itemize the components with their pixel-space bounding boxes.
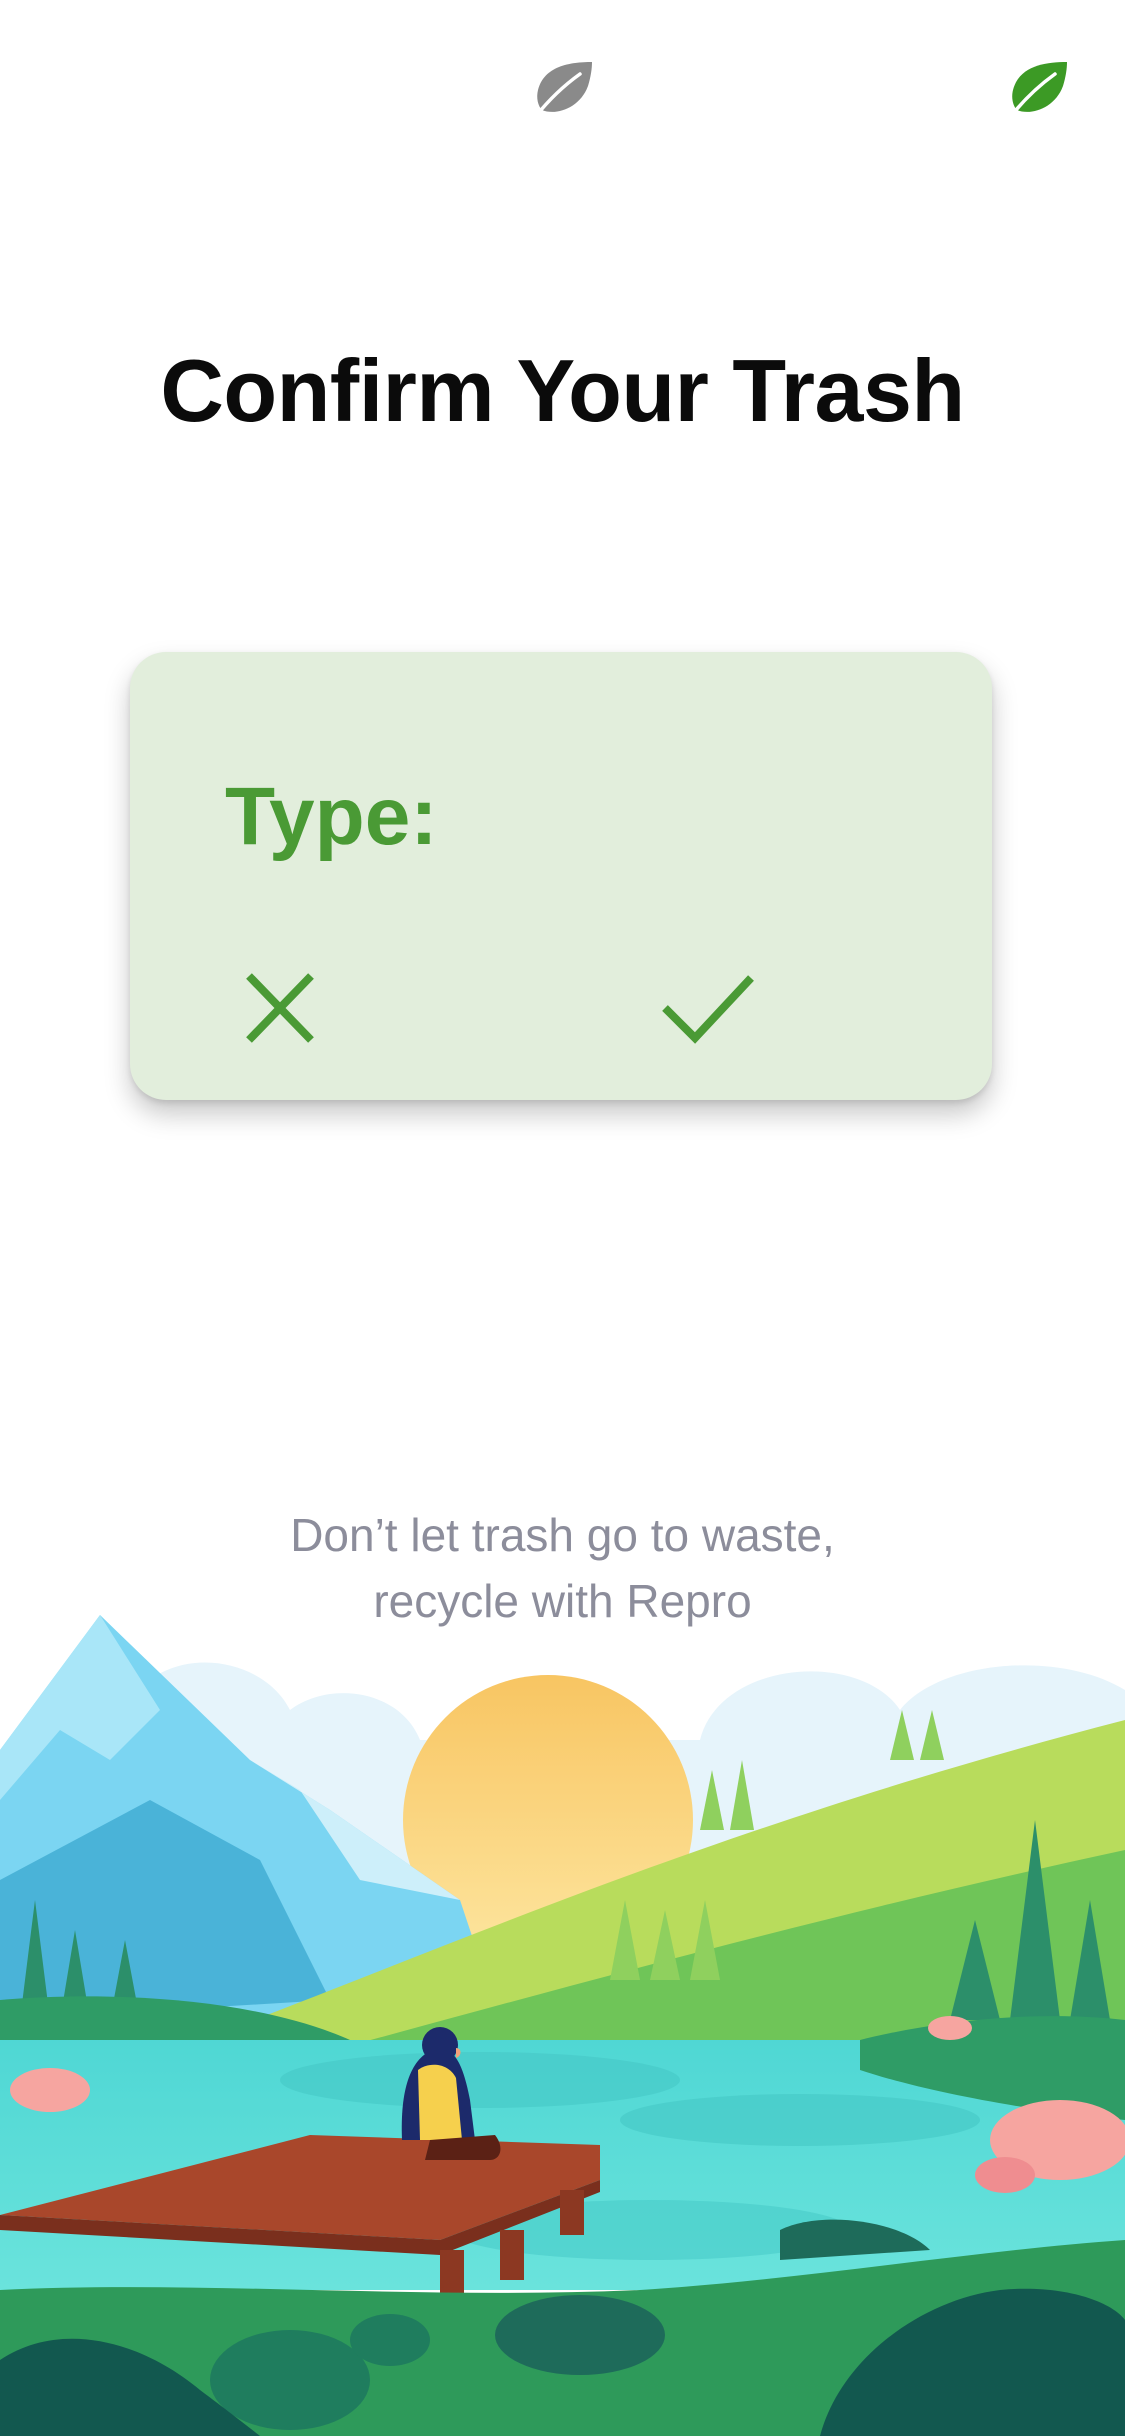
page-title: Confirm Your Trash (160, 341, 965, 440)
close-icon (246, 973, 314, 1043)
tagline-line-1: Don’t let trash go to waste, (290, 1509, 835, 1561)
check-icon (662, 975, 754, 1044)
trash-type-card: Type: (130, 652, 992, 1100)
leaf-icon-active[interactable] (1005, 58, 1071, 118)
leaf-icon-inactive[interactable] (530, 58, 596, 118)
leaf-icon (534, 62, 592, 118)
confirm-button[interactable] (657, 958, 757, 1058)
leaf-icon (1009, 62, 1067, 118)
trash-type-label: Type: (225, 771, 438, 862)
reject-button[interactable] (229, 958, 329, 1058)
nature-landscape-illustration (0, 1600, 1125, 2436)
confirm-trash-screen: Confirm Your Trash Type: Don’t let trash… (0, 0, 1125, 2436)
